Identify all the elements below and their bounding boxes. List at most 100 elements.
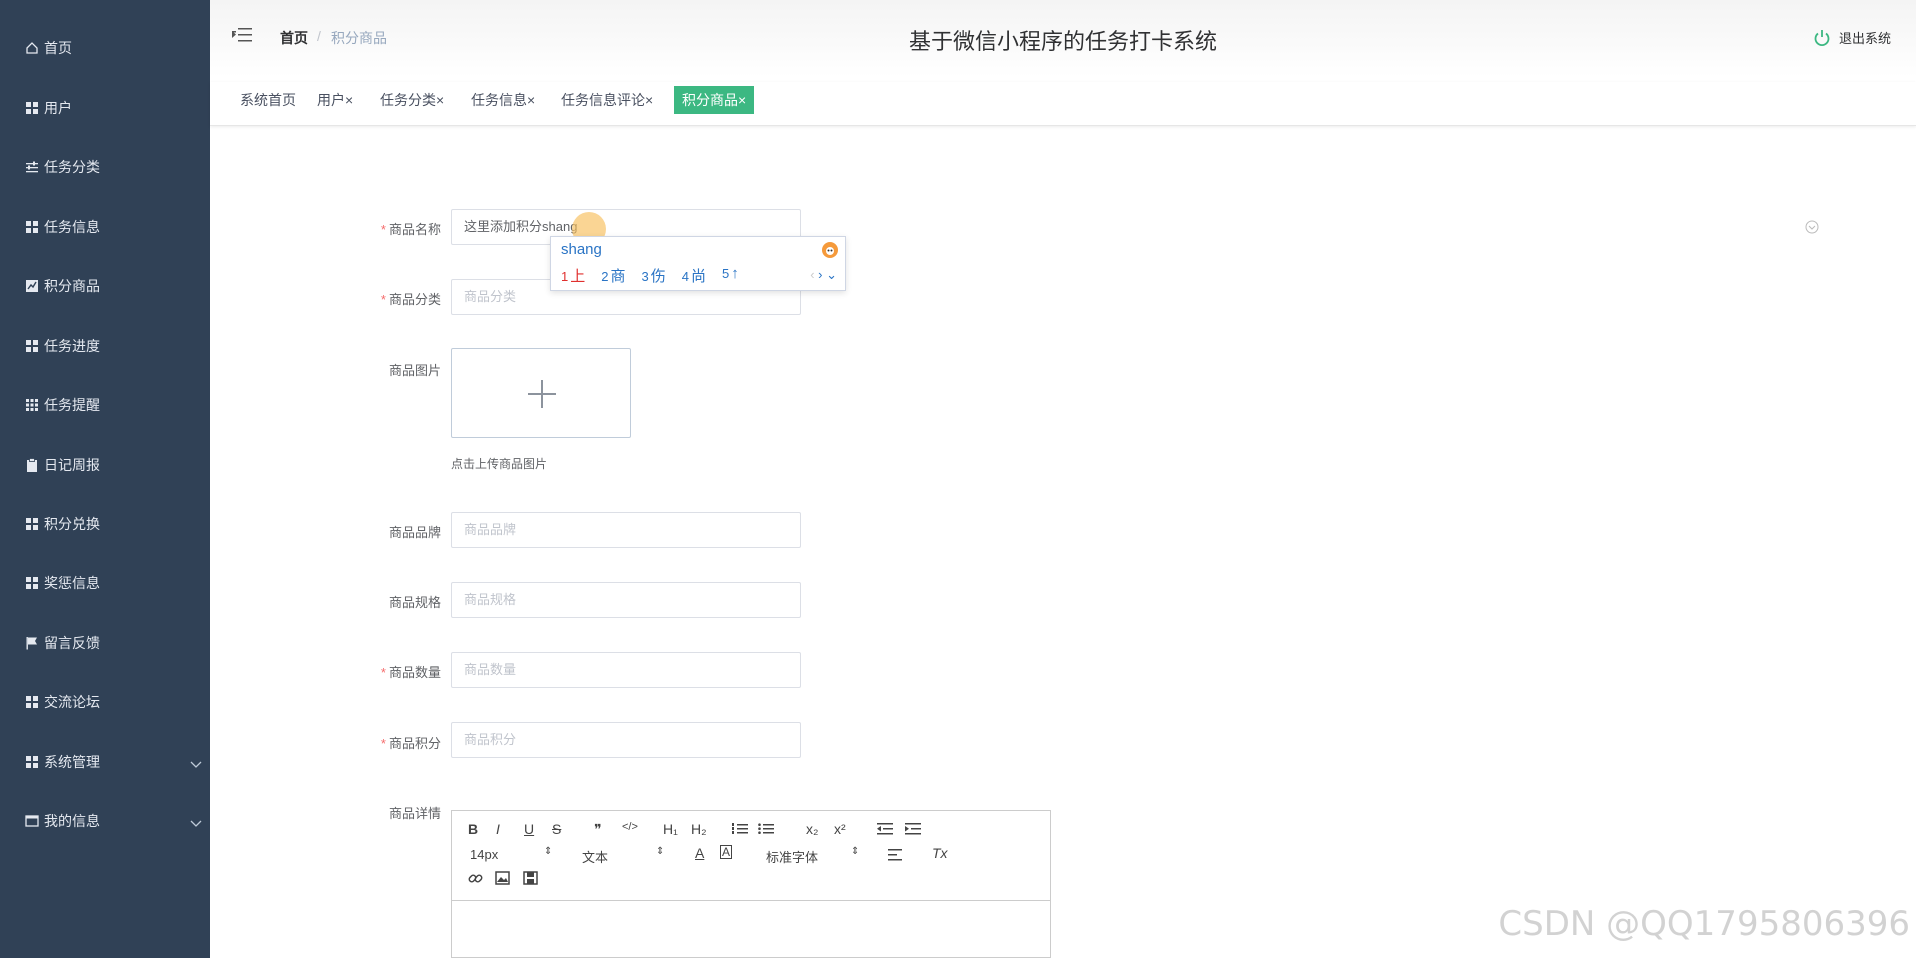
sidebar-item[interactable]: 积分商品 [0,266,210,306]
sidebar-item-label: 我的信息 [44,813,100,829]
text-type-arrows-icon: ⇕ [656,846,665,857]
apps-icon [24,397,40,413]
image-icon[interactable] [495,871,510,885]
goods-brand-input[interactable]: 商品品牌 [451,512,801,548]
tab-users[interactable]: 用户× [313,86,357,114]
settings-dot-icon[interactable] [1805,220,1819,234]
tab-task-comments[interactable]: 任务信息评论× [557,86,657,114]
label-goods-name: * 商品名称 [380,222,441,237]
indent-icon[interactable] [905,822,921,836]
bullet-list-icon[interactable] [758,822,774,836]
sidebar-item[interactable]: 日记周报 [0,445,210,485]
code-button[interactable]: </> [622,821,638,833]
sidebar-item-label: 积分商品 [44,278,100,294]
sidebar-item-label: 用户 [44,100,72,116]
image-upload-box[interactable] [451,348,631,438]
font-family-arrows-icon: ⇕ [851,846,860,857]
sidebar-item-label: 日记周报 [44,457,100,473]
link-icon[interactable] [468,871,483,886]
plus-icon [528,380,556,408]
sidebar-item-label: 系统管理 [44,754,100,770]
ime-page-arrows[interactable]: ‹ › ⌄ [810,267,837,283]
strike-button[interactable]: S [552,821,561,837]
video-icon[interactable] [523,871,538,885]
close-icon[interactable]: × [645,92,653,108]
goods-points-input[interactable]: 商品积分 [451,722,801,758]
text-type-select[interactable]: 文本 [582,847,608,866]
power-icon [1814,29,1830,46]
ime-candidate[interactable]: 4尚 [682,265,706,286]
tab-system-home[interactable]: 系统首页 [236,86,300,114]
tab-points-goods[interactable]: 积分商品× [674,86,755,114]
sidebar: 首页用户任务分类任务信息积分商品任务进度任务提醒日记周报积分兑换奖惩信息留言反馈… [0,0,210,958]
outdent-icon[interactable] [877,822,893,836]
close-icon[interactable]: × [527,92,535,108]
subscript-button[interactable]: x₂ [806,821,818,837]
ime-candidate[interactable]: 2商 [601,265,625,286]
close-icon[interactable]: × [738,92,746,108]
sidebar-item[interactable]: 系统管理 [0,742,210,782]
ime-candidate[interactable]: 1上 [561,265,585,286]
close-icon[interactable]: × [436,92,444,108]
superscript-button[interactable]: x² [834,821,846,837]
sidebar-item-label: 奖惩信息 [44,575,100,591]
font-size-arrows-icon: ⇕ [544,846,553,857]
italic-button[interactable]: I [496,821,500,837]
sliders-icon [24,159,40,175]
label-goods-spec: 商品规格 [388,595,441,610]
sidebar-item-label: 交流论坛 [44,694,100,710]
sidebar-item[interactable]: 任务提醒 [0,385,210,425]
sidebar-item[interactable]: 首页 [0,28,210,68]
ime-candidate-window[interactable]: shang 1上 2商 3伤 4尚 5 ↑ ‹ › ⌄ [550,236,846,291]
sidebar-item[interactable]: 任务信息 [0,207,210,247]
clear-format-button[interactable]: Tx [932,845,948,861]
logout-button[interactable]: 退出系统 [1813,28,1891,47]
grid-icon [24,754,40,770]
label-goods-brand: 商品品牌 [388,525,441,540]
sidebar-item[interactable]: 留言反馈 [0,623,210,663]
sidebar-item[interactable]: 任务进度 [0,326,210,366]
h1-button[interactable]: H₁ [663,821,678,837]
underline-button[interactable]: U [524,821,534,837]
align-icon[interactable] [888,848,904,862]
label-goods-detail: 商品详情 [388,806,441,821]
close-icon[interactable]: × [345,92,353,108]
ordered-list-icon[interactable] [732,822,748,836]
sidebar-item[interactable]: 任务分类 [0,147,210,187]
chart-icon [24,278,40,294]
h2-button[interactable]: H₂ [691,821,707,837]
header: 首页 / 积分商品 基于微信小程序的任务打卡系统 退出系统 [210,0,1916,78]
clipboard-icon [24,457,40,473]
bold-button[interactable]: B [468,821,478,837]
app-title: 基于微信小程序的任务打卡系统 [908,29,1217,54]
goods-quantity-input[interactable]: 商品数量 [451,652,801,688]
sidebar-item-label: 任务进度 [44,338,100,354]
goods-spec-input[interactable]: 商品规格 [451,582,801,618]
font-color-icon[interactable]: A [695,845,704,861]
chevron-down-icon [190,756,202,772]
tab-task-info[interactable]: 任务信息× [467,86,539,114]
grid-icon [24,575,40,591]
sidebar-item[interactable]: 我的信息 [0,801,210,841]
background-color-icon[interactable]: A [720,845,733,859]
sidebar-item-label: 留言反馈 [44,635,100,651]
tab-task-category[interactable]: 任务分类× [376,86,448,114]
font-size-select[interactable]: 14px [470,847,498,862]
sidebar-item[interactable]: 奖惩信息 [0,563,210,603]
quote-button[interactable]: ❞ [594,821,602,838]
home-icon [24,40,40,56]
font-family-select[interactable]: 标准字体 [766,847,818,866]
ime-candidates: 1上 2商 3伤 4尚 5 ↑ [561,265,755,286]
rich-text-editor[interactable]: B I U S ❞ </> H₁ H₂ x₂ x² 14px ⇕ 文本 ⇕ A … [451,810,1051,958]
sidebar-item[interactable]: 用户 [0,88,210,128]
label-goods-points: * 商品积分 [380,736,441,751]
sidebar-item[interactable]: 积分兑换 [0,504,210,544]
sidebar-item-label: 积分兑换 [44,516,100,532]
ime-candidate[interactable]: 3伤 [642,265,666,286]
tag-tabs: 系统首页 用户× 任务分类× 任务信息× 任务信息评论× 积分商品× [210,82,1916,126]
sidebar-item[interactable]: 交流论坛 [0,682,210,722]
sidebar-item-label: 首页 [44,40,72,56]
ime-candidate[interactable]: 5 ↑ [722,265,739,286]
editor-toolbar: B I U S ❞ </> H₁ H₂ x₂ x² 14px ⇕ 文本 ⇕ A … [452,811,1050,901]
label-goods-image: 商品图片 [388,363,441,378]
